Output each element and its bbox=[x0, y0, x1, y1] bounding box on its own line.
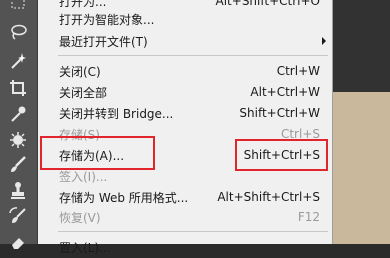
menu-item-close[interactable]: 关闭(C) Ctrl+W bbox=[38, 60, 332, 82]
menu-item-save-for-web[interactable]: 存储为 Web 所用格式... Alt+Shift+Ctrl+S bbox=[38, 186, 332, 208]
menu-item-label: 关闭并转到 Bridge... bbox=[59, 106, 174, 121]
crop-icon[interactable] bbox=[6, 78, 30, 98]
healing-brush-icon[interactable] bbox=[6, 130, 30, 150]
magic-wand-icon[interactable] bbox=[6, 51, 30, 71]
clone-stamp-icon[interactable] bbox=[6, 180, 30, 200]
menu-item-close-all[interactable]: 关闭全部 Alt+Ctrl+W bbox=[38, 81, 332, 103]
menu-item-label: 最近打开文件(T) bbox=[59, 34, 148, 49]
highlight-box-save-as-shortcut bbox=[235, 139, 328, 171]
brush-icon[interactable] bbox=[6, 154, 30, 174]
menu-item-label: 打开为智能对象... bbox=[59, 12, 155, 27]
menu-item-shortcut: Alt+Shift+Ctrl+O bbox=[215, 0, 320, 8]
document-canvas[interactable] bbox=[332, 92, 390, 244]
lasso-icon[interactable] bbox=[6, 22, 30, 42]
marquee-icon[interactable] bbox=[6, 0, 30, 12]
menu-item-label: 关闭全部 bbox=[59, 85, 108, 100]
eraser-icon[interactable] bbox=[6, 232, 30, 252]
file-menu: 打开为... Alt+Shift+Ctrl+O 打开为智能对象... 最近打开文… bbox=[38, 0, 333, 255]
highlight-box-save-as-label bbox=[40, 136, 155, 170]
menu-item-label: 恢复(V) bbox=[59, 210, 101, 225]
menu-item-shortcut: Alt+Shift+Ctrl+S bbox=[217, 190, 320, 204]
submenu-arrow-icon bbox=[322, 37, 326, 45]
menu-item-open-as-smart-object[interactable]: 打开为智能对象... bbox=[38, 8, 332, 30]
menu-item-shortcut: Alt+Ctrl+W bbox=[250, 85, 320, 99]
menu-item-revert[interactable]: 恢复(V) F12 bbox=[38, 206, 332, 228]
menu-separator bbox=[58, 55, 328, 56]
menu-item-shortcut: Shift+Ctrl+W bbox=[239, 106, 320, 120]
menu-item-place[interactable]: 置入(L)... bbox=[38, 236, 332, 258]
menu-item-label: 存储为 Web 所用格式... bbox=[59, 190, 189, 205]
menu-item-label: 关闭(C) bbox=[59, 64, 101, 79]
tools-panel bbox=[0, 0, 38, 249]
history-brush-icon[interactable] bbox=[6, 206, 30, 226]
canvas-background bbox=[332, 0, 390, 92]
eyedropper-icon[interactable] bbox=[6, 104, 30, 124]
menu-item-label: 置入(L)... bbox=[59, 240, 111, 255]
menu-item-shortcut: F12 bbox=[297, 210, 320, 224]
menu-separator bbox=[58, 231, 328, 232]
menu-item-shortcut: Ctrl+W bbox=[276, 64, 320, 78]
menu-item-close-and-go-to-bridge[interactable]: 关闭并转到 Bridge... Shift+Ctrl+W bbox=[38, 102, 332, 124]
menu-item-label: 签入(I)... bbox=[59, 169, 108, 184]
menu-item-recent-files[interactable]: 最近打开文件(T) bbox=[38, 30, 332, 52]
